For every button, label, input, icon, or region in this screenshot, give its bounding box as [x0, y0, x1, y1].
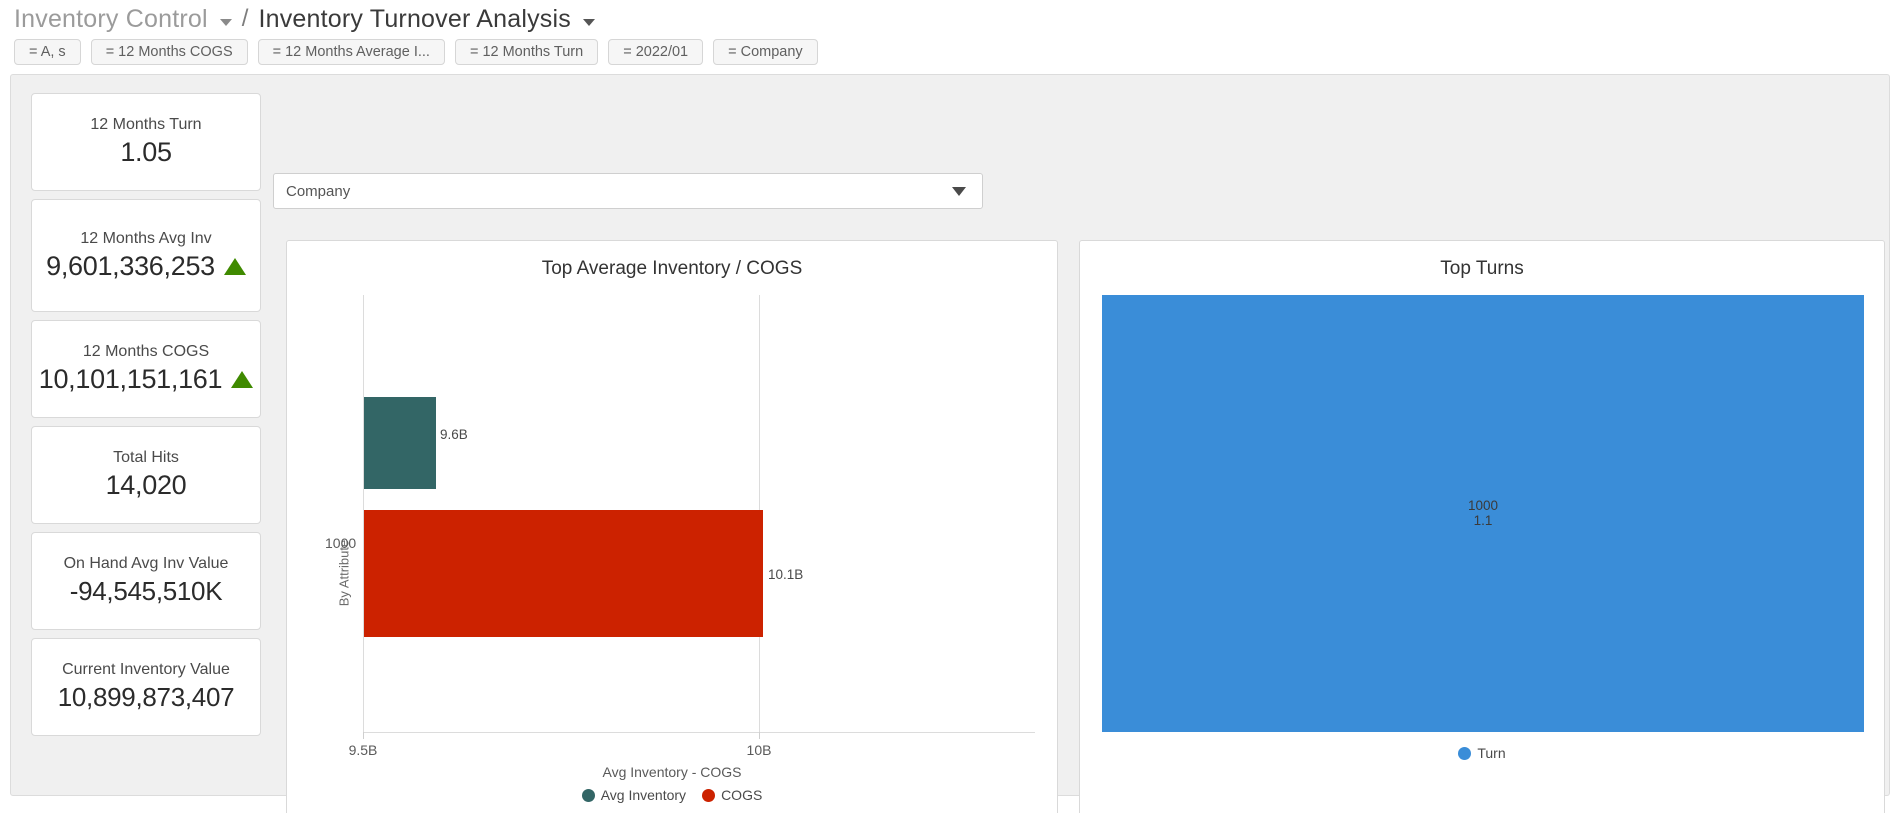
kpi-label: On Hand Avg Inv Value: [63, 555, 229, 572]
bar-avg-inventory[interactable]: [364, 397, 436, 489]
filter-chip-4[interactable]: = 2022/01: [608, 39, 704, 65]
kpi-column: 12 Months Turn 1.05 12 Months Avg Inv 9,…: [31, 93, 261, 736]
bar-label-turn: 1000 1.1: [1467, 498, 1499, 528]
chart-title-right: Top Turns: [1440, 258, 1524, 279]
bar-value-cogs: 10.1B: [768, 567, 804, 582]
filter-chip-1[interactable]: = 12 Months COGS: [90, 39, 248, 65]
bar-label-category: 1000: [1467, 498, 1499, 514]
legend-dot-avg-inventory: [581, 788, 595, 802]
dimension-select[interactable]: Company: [273, 173, 983, 209]
kpi-label: Total Hits: [113, 449, 179, 466]
x-tick-label-1: 10B: [746, 742, 772, 758]
chart-panel-top-turns: Top Turns 1000 1.1 Turn: [1079, 240, 1885, 813]
bar-value-avg-inventory: 9.6B: [440, 427, 468, 442]
kpi-value-row: 14,020: [106, 470, 187, 501]
chevron-down-icon-parent[interactable]: [219, 18, 232, 26]
kpi-value: 10,899,873,407: [57, 682, 235, 712]
kpi-value-row: -94,545,510K: [70, 576, 223, 607]
kpi-card-12-months-avg-inv[interactable]: 12 Months Avg Inv 9,601,336,253: [31, 199, 261, 312]
kpi-label: 12 Months Turn: [90, 116, 202, 133]
x-tick-label-0: 9.5B: [348, 742, 378, 758]
x-axis-title-left: Avg Inventory - COGS: [602, 764, 742, 780]
bar-cogs[interactable]: [364, 510, 763, 637]
kpi-card-total-hits[interactable]: Total Hits 14,020: [31, 426, 261, 524]
kpi-card-12-months-cogs[interactable]: 12 Months COGS 10,101,151,161: [31, 320, 261, 418]
kpi-label: 12 Months COGS: [82, 343, 210, 360]
category-label-left: 1000: [325, 535, 357, 551]
dashboard-board: 12 Months Turn 1.05 12 Months Avg Inv 9,…: [10, 74, 1890, 813]
dimension-select-value: Company: [286, 182, 351, 200]
kpi-value: 10,101,151,161: [38, 364, 223, 394]
chart-panel-average-inventory-cogs: Top Average Inventory / COGS By Attribut…: [286, 240, 1058, 813]
filter-chip-bar: = A, s = 12 Months COGS = 12 Months Aver…: [0, 38, 1900, 68]
chart-plot-right[interactable]: 1000 1.1 Turn: [1080, 287, 1884, 813]
x-axis-line-left: [363, 732, 1035, 733]
legend-label-cogs: COGS: [721, 787, 763, 803]
breadcrumb-parent[interactable]: Inventory Control: [14, 5, 208, 34]
legend-item-avg-inventory[interactable]: Avg Inventory: [581, 787, 687, 803]
kpi-label: 12 Months Avg Inv: [80, 229, 212, 247]
kpi-value-row: 9,601,336,253: [46, 251, 246, 282]
dimension-select-wrapper: Company: [273, 173, 983, 209]
filter-chip-2[interactable]: = 12 Months Average I...: [257, 39, 445, 65]
kpi-value-row: 1.05: [120, 137, 172, 168]
chevron-down-icon-current[interactable]: [582, 18, 595, 26]
legend-item-cogs[interactable]: COGS: [702, 787, 762, 803]
kpi-value: 9,601,336,253: [46, 250, 215, 281]
chevron-down-icon[interactable]: [952, 186, 966, 196]
legend-item-turn[interactable]: Turn: [1458, 745, 1506, 761]
legend-dot-turn: [1458, 746, 1472, 760]
legend-dot-cogs: [702, 788, 716, 802]
kpi-value: -94,545,510K: [69, 576, 223, 606]
kpi-value-row: 10,101,151,161: [38, 364, 254, 395]
chart-legend-right: Turn: [1080, 745, 1884, 761]
breadcrumb-current[interactable]: Inventory Turnover Analysis: [258, 5, 571, 34]
chart-legend-left: Avg Inventory COGS: [287, 787, 1057, 803]
breadcrumb-separator: /: [241, 5, 249, 32]
chart-title-left: Top Average Inventory / COGS: [541, 258, 803, 279]
kpi-card-12-months-turn[interactable]: 12 Months Turn 1.05: [31, 93, 261, 191]
kpi-value: 14,020: [105, 470, 187, 500]
filter-chip-0[interactable]: = A, s: [14, 39, 81, 65]
trend-up-icon: [231, 371, 254, 388]
chart-plot-left[interactable]: By Attribute 1000 9.6B 10.1B 9.5B 10B Av…: [287, 287, 1057, 813]
breadcrumb: Inventory Control / Inventory Turnover A…: [0, 0, 1900, 38]
filter-chip-3[interactable]: = 12 Months Turn: [454, 39, 599, 65]
bar-label-value: 1.1: [1473, 512, 1493, 528]
x-tick-mark-1: [759, 732, 760, 739]
kpi-card-current-inventory-value[interactable]: Current Inventory Value 10,899,873,407: [31, 638, 261, 736]
bar-turn[interactable]: 1000 1.1: [1102, 295, 1864, 732]
kpi-value-row: 10,899,873,407: [58, 682, 235, 713]
trend-up-icon: [223, 257, 246, 275]
legend-label-avg-inventory: Avg Inventory: [600, 787, 687, 803]
filter-chip-5[interactable]: = Company: [713, 39, 818, 65]
kpi-card-on-hand-avg-inv-value[interactable]: On Hand Avg Inv Value -94,545,510K: [31, 532, 261, 630]
legend-label-turn: Turn: [1477, 745, 1506, 761]
kpi-label: Current Inventory Value: [62, 661, 230, 678]
kpi-value: 1.05: [120, 137, 172, 167]
x-tick-mark-0: [363, 732, 364, 739]
